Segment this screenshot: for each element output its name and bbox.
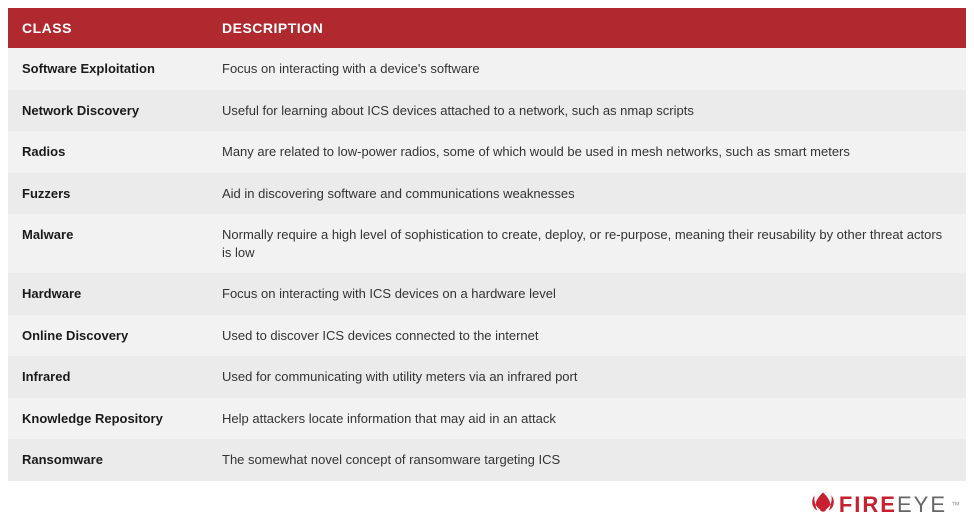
description-cell: Used to discover ICS devices connected t… [208,315,966,357]
logo-text: FIREEYE [839,492,947,518]
flame-icon [809,491,837,519]
description-cell: Help attackers locate information that m… [208,398,966,440]
table-row: Software Exploitation Focus on interacti… [8,48,966,90]
logo-text-accent: FIRE [839,492,897,517]
description-cell: Normally require a high level of sophist… [208,214,966,273]
class-cell: Software Exploitation [8,48,208,90]
description-cell: The somewhat novel concept of ransomware… [208,439,966,481]
class-cell: Radios [8,131,208,173]
class-description-table: CLASS DESCRIPTION Software Exploitation … [8,8,966,481]
class-cell: Ransomware [8,439,208,481]
column-header-description: DESCRIPTION [208,8,966,48]
table-row: Online Discovery Used to discover ICS de… [8,315,966,357]
description-cell: Aid in discovering software and communic… [208,173,966,215]
class-cell: Malware [8,214,208,273]
trademark-symbol: ™ [951,500,960,510]
table-row: Malware Normally require a high level of… [8,214,966,273]
logo-text-rest: EYE [897,492,947,517]
class-cell: Knowledge Repository [8,398,208,440]
fireeye-logo: FIREEYE ™ [809,491,960,519]
table-row: Radios Many are related to low-power rad… [8,131,966,173]
description-cell: Useful for learning about ICS devices at… [208,90,966,132]
logo-container: FIREEYE ™ [8,481,966,519]
class-cell: Hardware [8,273,208,315]
class-cell: Online Discovery [8,315,208,357]
table-header-row: CLASS DESCRIPTION [8,8,966,48]
description-cell: Used for communicating with utility mete… [208,356,966,398]
table-row: Network Discovery Useful for learning ab… [8,90,966,132]
table-row: Ransomware The somewhat novel concept of… [8,439,966,481]
column-header-class: CLASS [8,8,208,48]
table-row: Infrared Used for communicating with uti… [8,356,966,398]
table-row: Knowledge Repository Help attackers loca… [8,398,966,440]
description-cell: Focus on interacting with ICS devices on… [208,273,966,315]
description-cell: Many are related to low-power radios, so… [208,131,966,173]
class-cell: Network Discovery [8,90,208,132]
description-cell: Focus on interacting with a device's sof… [208,48,966,90]
class-cell: Fuzzers [8,173,208,215]
class-cell: Infrared [8,356,208,398]
table-row: Hardware Focus on interacting with ICS d… [8,273,966,315]
table-row: Fuzzers Aid in discovering software and … [8,173,966,215]
